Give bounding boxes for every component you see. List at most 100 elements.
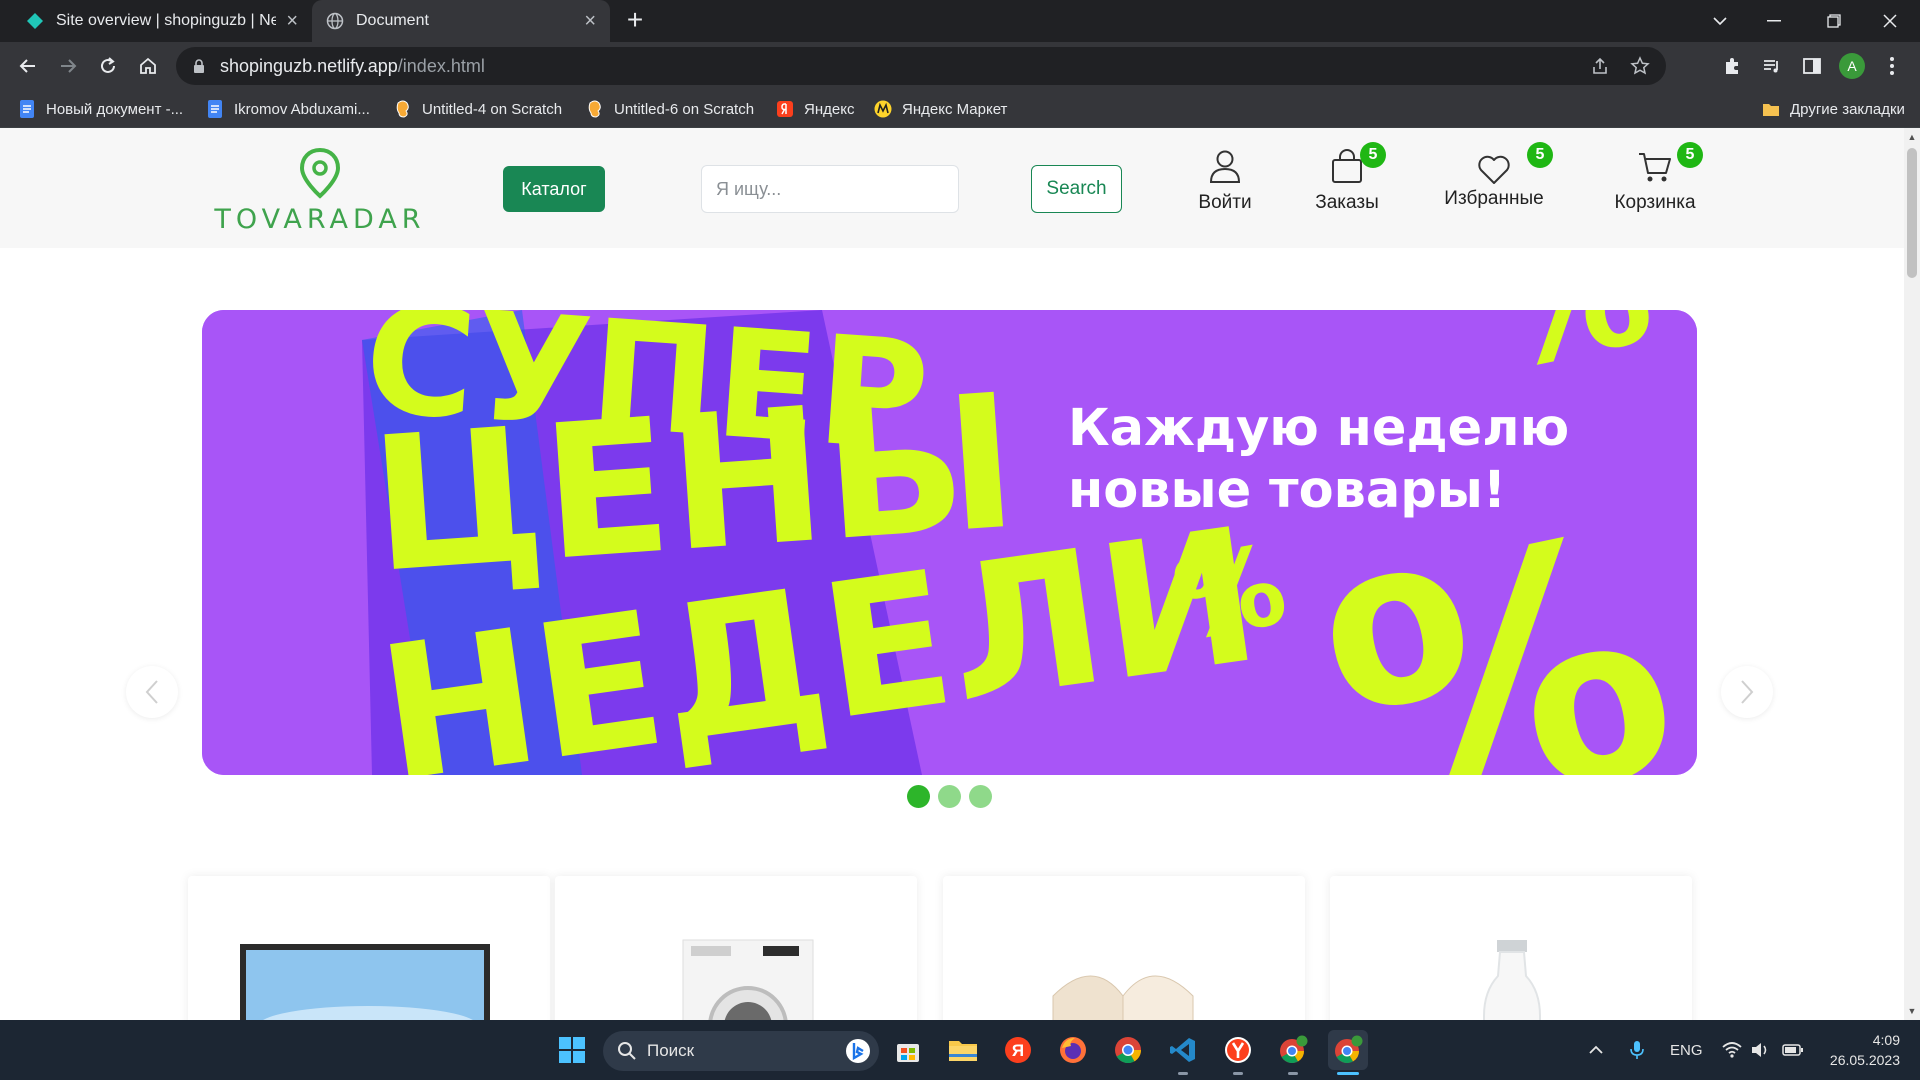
scrollbar-thumb[interactable] — [1907, 148, 1917, 278]
start-button[interactable] — [552, 1030, 592, 1070]
bookmark-label: Яндекс Маркет — [902, 100, 1008, 118]
favorites-count-badge: 5 — [1527, 142, 1553, 168]
carousel-prev-button[interactable] — [126, 666, 178, 718]
lock-icon[interactable] — [192, 58, 206, 74]
product-card[interactable] — [188, 876, 550, 1020]
promo-banner[interactable]: СУПЕР ЦЕНЫ НЕДЕЛИ % % % Каждую неделю но… — [202, 310, 1697, 775]
login-link[interactable]: Войти — [1180, 148, 1270, 238]
heart-icon — [1478, 155, 1510, 184]
chrome-taskbar-icon[interactable] — [1108, 1030, 1148, 1070]
vscode-icon[interactable] — [1163, 1030, 1203, 1070]
banner-percent-small: % — [1164, 520, 1295, 665]
product-card[interactable] — [943, 876, 1305, 1020]
favorites-link[interactable]: 5 Избранные — [1434, 142, 1554, 238]
clock-time: 4:09 — [1872, 1032, 1900, 1048]
minimize-button[interactable] — [1746, 0, 1802, 42]
search-input[interactable] — [701, 165, 959, 213]
file-explorer-icon[interactable] — [943, 1030, 983, 1070]
book-icon — [1052, 975, 1194, 1020]
reload-button[interactable] — [92, 50, 124, 82]
cart-count-badge: 5 — [1677, 142, 1703, 168]
media-control-icon[interactable] — [1756, 50, 1788, 82]
folder-icon — [1763, 104, 1779, 116]
bookmark-label: Ikromov Abduxami... — [234, 100, 370, 118]
bookmark-label: Новый документ -... — [46, 100, 184, 118]
bookmark-item[interactable]: Untitled-6 on Scratch — [586, 90, 754, 128]
yandex-icon — [777, 101, 793, 117]
address-bar[interactable]: shopinguzb.netlify.app/index.html — [176, 47, 1666, 85]
carousel-next-button[interactable] — [1721, 666, 1773, 718]
chrome-active-indicator — [1337, 1072, 1359, 1075]
bookmark-label: Яндекс — [804, 100, 855, 118]
orders-link[interactable]: 5 Заказы — [1302, 142, 1392, 238]
extensions-icon[interactable] — [1716, 50, 1748, 82]
battery-icon[interactable] — [1782, 1020, 1804, 1080]
tab-title: Document — [356, 12, 429, 29]
carousel-dot[interactable] — [969, 785, 992, 808]
tab-title: Site overview | shopinguzb | Netl — [56, 12, 277, 29]
language-indicator[interactable]: ENG — [1670, 1020, 1703, 1080]
bookmark-item[interactable]: Ikromov Abduxami... — [206, 90, 370, 128]
tray-overflow-chevron-icon[interactable] — [1588, 1020, 1604, 1080]
taskbar-search[interactable]: Поиск — [603, 1031, 879, 1071]
back-button[interactable] — [12, 50, 44, 82]
banner-tagline-line-2: новые товары! — [1068, 461, 1507, 520]
scratch-icon — [588, 100, 601, 118]
page-scrollbar[interactable]: ▲ ▼ — [1904, 128, 1920, 1020]
washing-machine-icon — [682, 939, 814, 1020]
product-card[interactable] — [1330, 876, 1692, 1020]
tab-close-icon[interactable]: × — [286, 11, 298, 31]
bing-icon — [846, 1039, 870, 1063]
catalog-button[interactable]: Каталог — [503, 166, 605, 212]
banner-tagline-line-1: Каждую неделю — [1068, 399, 1570, 458]
bookmark-item[interactable]: Яндекс Маркет — [874, 90, 1007, 128]
bookmark-label: Untitled-4 on Scratch — [422, 100, 563, 118]
new-tab-button[interactable]: + — [620, 6, 650, 36]
chrome-active-icon[interactable] — [1328, 1030, 1368, 1070]
site-logo[interactable]: TOVARADAR — [200, 146, 440, 236]
other-bookmarks[interactable]: Другие закладки — [1762, 90, 1905, 128]
taskbar-clock[interactable]: 4:09 26.05.2023 — [1818, 1030, 1900, 1070]
wifi-icon[interactable] — [1722, 1020, 1742, 1080]
clock-date: 26.05.2023 — [1829, 1052, 1900, 1068]
microsoft-store-icon[interactable] — [888, 1030, 928, 1070]
restore-button[interactable] — [1806, 0, 1862, 42]
microphone-icon[interactable] — [1630, 1020, 1644, 1080]
volume-icon[interactable] — [1750, 1020, 1770, 1080]
carousel-dot[interactable] — [907, 785, 930, 808]
menu-icon[interactable] — [1876, 50, 1908, 82]
bookmark-item[interactable]: Untitled-4 on Scratch — [394, 90, 562, 128]
banner-artwork: СУПЕР ЦЕНЫ НЕДЕЛИ % % % — [202, 310, 1697, 775]
home-button[interactable] — [132, 50, 164, 82]
chrome-profile-icon[interactable] — [1273, 1030, 1313, 1070]
user-icon — [1209, 150, 1241, 183]
forward-button[interactable] — [52, 50, 84, 82]
cart-link[interactable]: 5 Корзинка — [1600, 142, 1710, 238]
bookmark-item[interactable]: Новый документ -... — [18, 90, 183, 128]
yandex-browser-icon[interactable] — [1218, 1030, 1258, 1070]
docs-icon — [208, 100, 222, 118]
page-viewport: TOVARADAR Каталог Search Войти 5 Заказы … — [0, 128, 1904, 1020]
chevron-left-icon — [145, 680, 158, 704]
tab-close-icon[interactable]: × — [584, 11, 596, 31]
bookmark-star-icon[interactable] — [1630, 56, 1650, 76]
scroll-up-arrow-icon[interactable]: ▲ — [1904, 132, 1920, 142]
tab-site-overview[interactable]: Site overview | shopinguzb | Netl × — [12, 0, 312, 42]
firefox-icon[interactable] — [1053, 1030, 1093, 1070]
side-panel-icon[interactable] — [1796, 50, 1828, 82]
carousel-dot[interactable] — [938, 785, 961, 808]
search-button[interactable]: Search — [1031, 165, 1122, 213]
yandex-market-icon — [874, 100, 892, 118]
profile-avatar[interactable]: A — [1836, 50, 1868, 82]
yandex-taskbar-icon[interactable]: Я — [998, 1030, 1038, 1070]
tab-search-chevron-icon[interactable] — [1692, 0, 1748, 42]
scroll-down-arrow-icon[interactable]: ▼ — [1904, 1006, 1920, 1016]
orders-label: Заказы — [1315, 192, 1379, 213]
bookmark-item[interactable]: Яндекс — [776, 90, 854, 128]
product-card[interactable] — [555, 876, 917, 1020]
taskbar-search-label: Поиск — [647, 1041, 695, 1060]
tab-document[interactable]: Document × — [312, 0, 610, 42]
milk-bottle-icon — [1483, 940, 1541, 1020]
close-window-button[interactable] — [1862, 0, 1918, 42]
share-icon[interactable] — [1590, 56, 1610, 76]
